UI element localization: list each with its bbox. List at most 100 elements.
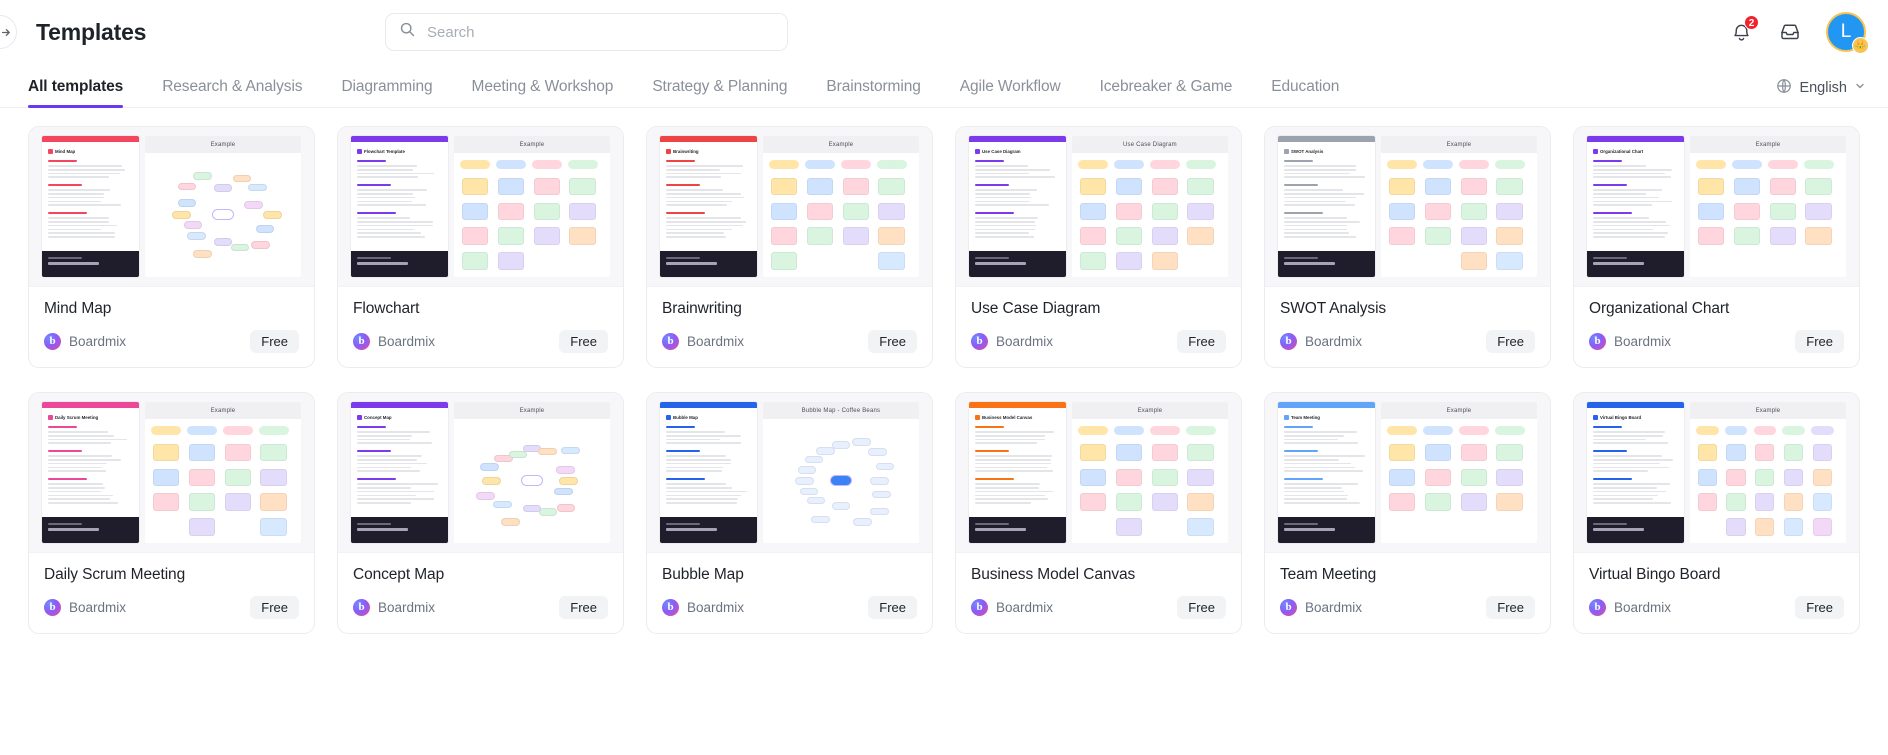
price-badge: Free bbox=[1486, 330, 1535, 353]
template-meta-row: b Boardmix Free bbox=[44, 596, 299, 619]
tab-brainstorming[interactable]: Brainstorming bbox=[826, 78, 920, 107]
template-thumbnail: Use Case Diagram Use Case Diagram bbox=[956, 127, 1241, 287]
thumbnail-doc-title: Daily Scrum Meeting bbox=[48, 415, 133, 421]
thumbnail-art bbox=[1690, 153, 1846, 277]
thumbnail-doc-preview: Flowchart Template bbox=[351, 136, 448, 277]
template-meta: Daily Scrum Meeting b Boardmix Free bbox=[29, 553, 314, 633]
tab-research-analysis[interactable]: Research & Analysis bbox=[162, 78, 302, 107]
template-author-name: Boardmix bbox=[69, 334, 126, 349]
template-card[interactable]: Virtual Bingo Board Example Virtual Bingo … bbox=[1573, 392, 1860, 634]
template-author-name: Boardmix bbox=[687, 600, 744, 615]
template-title: SWOT Analysis bbox=[1280, 300, 1535, 318]
search-box[interactable] bbox=[385, 13, 788, 51]
thumbnail-canvas: Example bbox=[145, 402, 301, 543]
search-container bbox=[385, 13, 788, 51]
thumbnail-doc-preview: SWOT Analysis bbox=[1278, 136, 1375, 277]
template-author: b Boardmix bbox=[353, 333, 435, 350]
thumbnail-canvas-label: Example bbox=[1690, 402, 1846, 419]
tab-strategy-planning[interactable]: Strategy & Planning bbox=[652, 78, 787, 107]
thumbnail-doc-title: Organizational Chart bbox=[1593, 149, 1678, 155]
inbox-icon[interactable] bbox=[1777, 19, 1803, 45]
template-card[interactable]: Organizational Chart Example Organizationa… bbox=[1573, 126, 1860, 368]
thumbnail-doc-preview: Brainwriting bbox=[660, 136, 757, 277]
template-author-name: Boardmix bbox=[69, 600, 126, 615]
thumbnail-canvas-label: Example bbox=[454, 136, 610, 153]
thumbnail-canvas-label: Example bbox=[1381, 402, 1537, 419]
template-card[interactable]: Mind Map Example Mind Map b Boardmix Free bbox=[28, 126, 315, 368]
price-badge: Free bbox=[1795, 330, 1844, 353]
thumbnail-doc-preview: Business Model Canvas bbox=[969, 402, 1066, 543]
template-author-name: Boardmix bbox=[1614, 334, 1671, 349]
bell-icon[interactable]: 2 bbox=[1728, 19, 1754, 45]
template-card[interactable]: Brainwriting Example Brainwriting b Boardmix… bbox=[646, 126, 933, 368]
template-meta-row: b Boardmix Free bbox=[353, 330, 608, 353]
template-meta: Flowchart b Boardmix Free bbox=[338, 287, 623, 367]
thumbnail-canvas: Example bbox=[1690, 136, 1846, 277]
template-card[interactable]: Daily Scrum Meeting Example Daily Scrum Me… bbox=[28, 392, 315, 634]
template-card[interactable]: Bubble Map Bubble Map - Coffee Beans Bubbl… bbox=[646, 392, 933, 634]
thumbnail-canvas: Example bbox=[454, 136, 610, 277]
thumbnail-canvas-label: Example bbox=[1381, 136, 1537, 153]
boardmix-logo-icon: b bbox=[1589, 599, 1606, 616]
notification-badge: 2 bbox=[1744, 15, 1759, 30]
tab-all-templates[interactable]: All templates bbox=[28, 78, 123, 107]
thumbnail-canvas: Example bbox=[145, 136, 301, 277]
price-badge: Free bbox=[1795, 596, 1844, 619]
template-meta-row: b Boardmix Free bbox=[971, 330, 1226, 353]
template-meta: Organizational Chart b Boardmix Free bbox=[1574, 287, 1859, 367]
avatar[interactable]: L 👑 bbox=[1826, 12, 1866, 52]
language-selector[interactable]: English bbox=[1776, 78, 1866, 107]
thumbnail-canvas-label: Example bbox=[763, 136, 919, 153]
tab-education[interactable]: Education bbox=[1271, 78, 1339, 107]
tab-meeting-workshop[interactable]: Meeting & Workshop bbox=[472, 78, 614, 107]
tab-diagramming[interactable]: Diagramming bbox=[341, 78, 432, 107]
thumbnail-doc-title: Mind Map bbox=[48, 149, 133, 155]
thumbnail-canvas-label: Example bbox=[145, 136, 301, 153]
boardmix-logo-icon: b bbox=[662, 333, 679, 350]
price-badge: Free bbox=[1177, 596, 1226, 619]
boardmix-logo-icon: b bbox=[353, 333, 370, 350]
template-card[interactable]: Business Model Canvas Example Business Mod… bbox=[955, 392, 1242, 634]
boardmix-logo-icon: b bbox=[353, 599, 370, 616]
template-author-name: Boardmix bbox=[1614, 600, 1671, 615]
template-title: Concept Map bbox=[353, 566, 608, 584]
template-card[interactable]: Flowchart Template Example Flowchart b Board… bbox=[337, 126, 624, 368]
boardmix-logo-icon: b bbox=[44, 599, 61, 616]
template-author: b Boardmix bbox=[44, 599, 126, 616]
template-author: b Boardmix bbox=[1589, 599, 1671, 616]
tab-agile-workflow[interactable]: Agile Workflow bbox=[960, 78, 1061, 107]
search-input[interactable] bbox=[427, 24, 774, 41]
boardmix-logo-icon: b bbox=[1280, 333, 1297, 350]
header-actions: 2 L 👑 bbox=[1728, 12, 1866, 52]
template-thumbnail: Daily Scrum Meeting Example bbox=[29, 393, 314, 553]
thumbnail-canvas: Bubble Map - Coffee Beans bbox=[763, 402, 919, 543]
app-header: Templates 2 L bbox=[0, 0, 1888, 64]
template-meta-row: b Boardmix Free bbox=[971, 596, 1226, 619]
template-author: b Boardmix bbox=[1280, 333, 1362, 350]
template-meta: SWOT Analysis b Boardmix Free bbox=[1265, 287, 1550, 367]
tab-icebreaker-game[interactable]: Icebreaker & Game bbox=[1100, 78, 1233, 107]
language-label: English bbox=[1799, 80, 1847, 96]
template-thumbnail: Flowchart Template Example bbox=[338, 127, 623, 287]
search-icon bbox=[399, 21, 416, 43]
sidebar-expand-icon[interactable] bbox=[0, 15, 17, 49]
template-card[interactable]: Team Meeting Example Team Meeting b Boardmix… bbox=[1264, 392, 1551, 634]
template-meta: Business Model Canvas b Boardmix Free bbox=[956, 553, 1241, 633]
price-badge: Free bbox=[250, 596, 299, 619]
thumbnail-art bbox=[1690, 419, 1846, 543]
template-meta: Virtual Bingo Board b Boardmix Free bbox=[1574, 553, 1859, 633]
template-author: b Boardmix bbox=[971, 333, 1053, 350]
boardmix-logo-icon: b bbox=[971, 599, 988, 616]
template-title: Mind Map bbox=[44, 300, 299, 318]
template-author: b Boardmix bbox=[662, 599, 744, 616]
template-thumbnail: Brainwriting Example bbox=[647, 127, 932, 287]
thumbnail-canvas: Example bbox=[1072, 402, 1228, 543]
template-card[interactable]: Concept Map Example Concept Map b Boardmix Fr… bbox=[337, 392, 624, 634]
template-card[interactable]: Use Case Diagram Use Case Diagram Use Case… bbox=[955, 126, 1242, 368]
template-card[interactable]: SWOT Analysis Example SWOT Analysis b Boardm… bbox=[1264, 126, 1551, 368]
thumbnail-doc-title: Virtual Bingo Board bbox=[1593, 415, 1678, 421]
thumbnail-art bbox=[763, 419, 919, 543]
thumbnail-canvas-label: Example bbox=[1072, 402, 1228, 419]
template-title: Flowchart bbox=[353, 300, 608, 318]
price-badge: Free bbox=[868, 596, 917, 619]
